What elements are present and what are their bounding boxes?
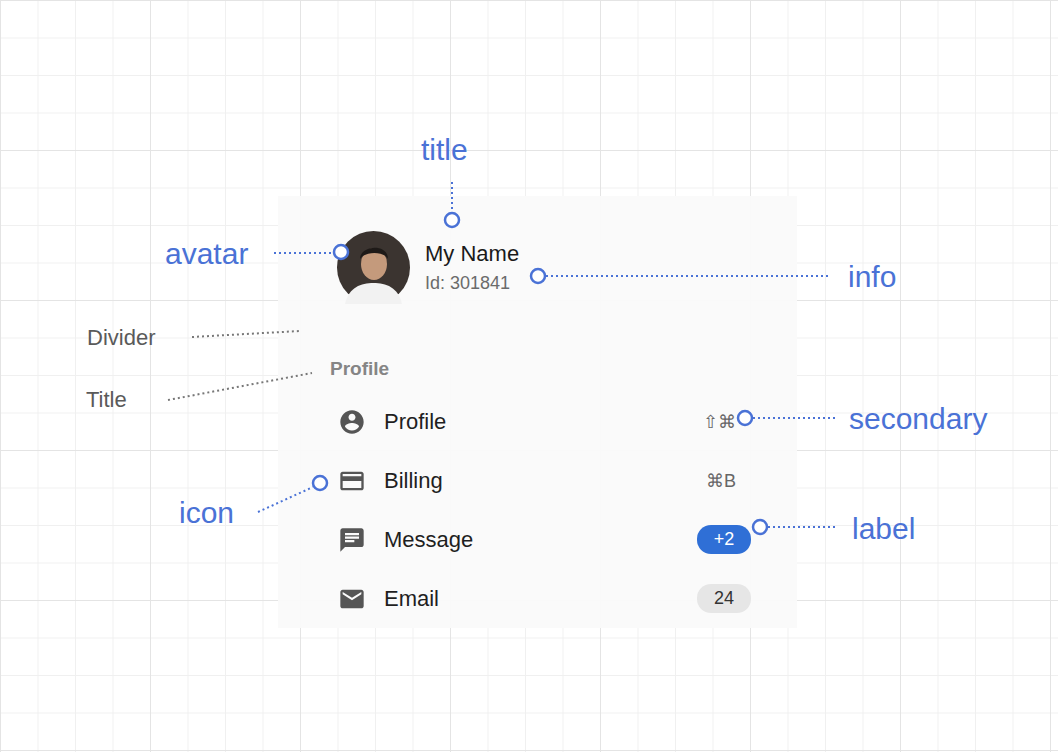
connector xyxy=(531,269,828,283)
anchor-dot xyxy=(313,476,327,490)
connector-layer xyxy=(0,0,1058,752)
header-info: Id: 301841 xyxy=(425,273,519,294)
header-title: My Name xyxy=(425,241,519,267)
item-label: Email xyxy=(384,586,697,612)
menu-list: Profile⇧⌘Billing⌘BMessage+2Email24 xyxy=(278,392,797,628)
anchor-dot xyxy=(738,411,752,425)
connector-line xyxy=(168,373,312,400)
connector xyxy=(274,245,348,259)
connector-line xyxy=(258,487,313,512)
connector xyxy=(192,331,300,337)
connector xyxy=(258,476,327,512)
connector-line xyxy=(274,252,334,254)
item-label: Message xyxy=(384,527,697,553)
item-badge: 24 xyxy=(697,584,751,613)
connector-line xyxy=(768,526,836,528)
menu-card: My NameId: 301841ProfileProfile⇧⌘Billing… xyxy=(278,196,797,628)
connector xyxy=(753,520,836,534)
annotation-label: Divider xyxy=(87,325,155,351)
connector-line xyxy=(192,331,300,337)
avatar-photo xyxy=(337,231,410,304)
menu-item[interactable]: Billing⌘B xyxy=(278,451,797,510)
annotation-label: icon xyxy=(179,495,234,531)
anchor-dot xyxy=(445,213,459,227)
diagram-canvas: My NameId: 301841ProfileProfile⇧⌘Billing… xyxy=(0,0,1058,752)
item-shortcut: ⌘B xyxy=(706,470,736,492)
menu-item[interactable]: Email24 xyxy=(278,569,797,628)
item-shortcut: ⇧⌘ xyxy=(703,411,736,433)
annotation-label: label xyxy=(852,511,915,547)
section-title: Profile xyxy=(330,358,797,380)
credit-card-icon xyxy=(338,467,366,495)
annotation-label: info xyxy=(848,259,896,295)
item-badge: +2 xyxy=(697,525,751,554)
anchor-dot xyxy=(753,520,767,534)
item-label: Profile xyxy=(384,409,703,435)
connector xyxy=(738,411,836,425)
connector xyxy=(445,182,459,227)
anchor-dot xyxy=(531,269,545,283)
connector-line xyxy=(451,182,453,212)
profile-icon xyxy=(338,408,366,436)
annotation-label: Title xyxy=(86,387,127,413)
annotation-label: avatar xyxy=(165,236,248,272)
anchor-dot xyxy=(334,245,348,259)
menu-item[interactable]: Message+2 xyxy=(278,510,797,569)
annotation-label: secondary xyxy=(849,401,987,437)
menu-item[interactable]: Profile⇧⌘ xyxy=(278,392,797,451)
email-icon xyxy=(338,585,366,613)
item-label: Billing xyxy=(384,468,706,494)
connector-line xyxy=(753,417,836,419)
message-icon xyxy=(338,526,366,554)
connector xyxy=(168,373,312,400)
connector-line xyxy=(546,275,828,277)
annotation-label: title xyxy=(421,132,468,168)
menu-header: My Name Id: 301841 xyxy=(337,231,797,304)
